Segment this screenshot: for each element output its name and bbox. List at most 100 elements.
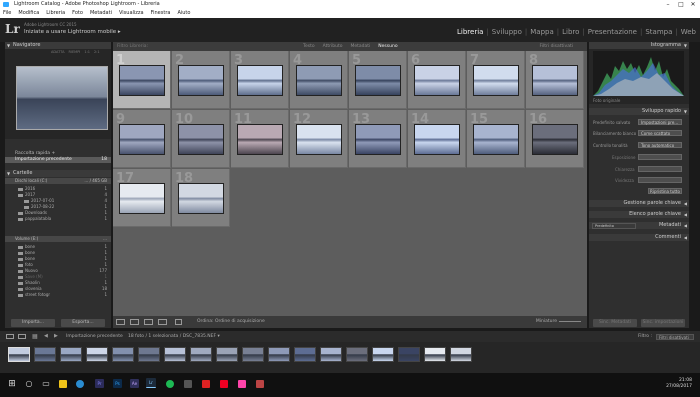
volume-row[interactable]: Volume (E:) … xyxy=(5,236,111,242)
painter-icon[interactable] xyxy=(175,319,182,325)
menu-modifica[interactable]: Modifica xyxy=(18,9,39,18)
app-icon-red[interactable] xyxy=(202,380,210,388)
keyword-list-header[interactable]: Elenco parole chiave ◀ xyxy=(589,211,689,218)
file-explorer-icon[interactable] xyxy=(59,380,67,388)
filmstrip-filter-select[interactable]: Filtri disattivati xyxy=(656,334,694,340)
grid-view-icon[interactable] xyxy=(116,319,125,325)
filmstrip-thumbnail[interactable] xyxy=(216,347,238,362)
zoom-2-1[interactable]: 2:1 xyxy=(94,49,100,56)
exposure-stepper[interactable] xyxy=(638,154,682,160)
module-libro[interactable]: Libro xyxy=(562,28,579,36)
module-presentazione[interactable]: Presentazione xyxy=(588,28,637,36)
filmstrip-thumbnail[interactable] xyxy=(8,347,30,362)
menu-metadati[interactable]: Metadati xyxy=(90,9,112,18)
grid-cell[interactable]: 5 xyxy=(349,51,407,109)
filmstrip-thumbnail[interactable] xyxy=(164,347,186,362)
histogram-header[interactable]: Istogramma ▼ xyxy=(589,42,689,49)
app-icon-pink[interactable] xyxy=(238,380,246,388)
compare-view-icon[interactable] xyxy=(144,319,153,325)
after-effects-icon[interactable]: Ae xyxy=(130,379,139,388)
photo-thumbnail[interactable] xyxy=(119,65,165,96)
auto-tone-button[interactable]: Tono automatico xyxy=(638,142,682,148)
grid-cell[interactable]: 16 xyxy=(526,110,584,168)
grid-cell[interactable]: 4 xyxy=(290,51,348,109)
catalog-row-selected[interactable]: Importazione precedente 18 xyxy=(5,157,111,163)
keyword-tagging-header[interactable]: Gestione parole chiave ◀ xyxy=(589,200,689,207)
export-button[interactable]: Esporta... xyxy=(61,319,105,327)
premiere-icon[interactable]: Pr xyxy=(95,379,104,388)
photo-thumbnail[interactable] xyxy=(532,124,578,155)
photo-thumbnail[interactable] xyxy=(178,65,224,96)
filmstrip-thumbnail[interactable] xyxy=(242,347,264,362)
filmstrip-thumbnail[interactable] xyxy=(320,347,342,362)
grid-cell[interactable]: 18 xyxy=(172,169,230,227)
photo-thumbnail[interactable] xyxy=(119,183,165,214)
close-button[interactable]: ✕ xyxy=(687,0,699,9)
quick-develop-header[interactable]: Sviluppo rapido ▼ xyxy=(589,108,689,115)
folders-header[interactable]: ▼ Cartelle xyxy=(5,170,111,177)
grid-small-icon[interactable]: ▦ xyxy=(32,331,38,342)
menu-libreria[interactable]: Libreria xyxy=(46,9,65,18)
photo-thumbnail[interactable] xyxy=(296,65,342,96)
filter-presets[interactable]: Filtri disattivati xyxy=(540,42,573,51)
mobile-sync-link[interactable]: Iniziate a usare Lightroom mobile ▸ xyxy=(24,29,121,35)
disk-row[interactable]: Dischi locali (C:) … / 465 GB xyxy=(5,178,111,184)
module-sviluppo[interactable]: Sviluppo xyxy=(492,28,522,36)
spotify-icon[interactable] xyxy=(166,380,174,388)
screen2-icon[interactable] xyxy=(18,334,26,339)
photo-thumbnail[interactable] xyxy=(473,124,519,155)
folder-item[interactable]: pappalatabla 1 xyxy=(5,216,111,222)
minimize-button[interactable]: – xyxy=(662,0,674,9)
photo-thumbnail[interactable] xyxy=(414,124,460,155)
photo-thumbnail[interactable] xyxy=(355,65,401,96)
grid-cell[interactable]: 12 xyxy=(290,110,348,168)
filter-tab-attribute[interactable]: Attributo xyxy=(323,42,343,51)
import-button[interactable]: Importa... xyxy=(11,319,55,327)
filmstrip-thumbnail[interactable] xyxy=(138,347,160,362)
filter-tab-none[interactable]: Nessuno xyxy=(378,42,397,51)
grid-cell[interactable]: 1 xyxy=(113,51,171,109)
app-icon-generic[interactable] xyxy=(184,380,192,388)
grid-cell[interactable]: 8 xyxy=(526,51,584,109)
survey-view-icon[interactable] xyxy=(158,319,167,325)
filmstrip-source[interactable]: Importazione precedente xyxy=(66,331,123,342)
maximize-button[interactable]: □ xyxy=(675,0,687,9)
filter-tab-text[interactable]: Testo xyxy=(303,42,315,51)
grid-cell[interactable]: 13 xyxy=(349,110,407,168)
task-view-icon[interactable]: ▭ xyxy=(40,378,52,390)
sort-order[interactable]: Ordina: Ordine di acquisizione xyxy=(197,316,265,328)
sync-metadata-button[interactable]: Sinc. Metadati xyxy=(593,319,637,327)
photo-thumbnail[interactable] xyxy=(178,124,224,155)
photo-thumbnail[interactable] xyxy=(355,124,401,155)
reset-all-button[interactable]: Ripristina tutto xyxy=(648,188,682,194)
sync-settings-button[interactable]: Sinc. impostazioni xyxy=(641,319,685,327)
filmstrip-thumbnail[interactable] xyxy=(372,347,394,362)
comments-header[interactable]: Commenti ◀ xyxy=(589,234,689,241)
back-arrow-icon[interactable]: ◀ xyxy=(44,331,48,342)
folder-item[interactable]: street fotogr 1 xyxy=(5,292,111,298)
filmstrip-thumbnail[interactable] xyxy=(450,347,472,362)
grid-cell[interactable]: 11 xyxy=(231,110,289,168)
zoom-1-1[interactable]: 1:1 xyxy=(84,49,90,56)
filmstrip-thumbnail[interactable] xyxy=(346,347,368,362)
filmstrip-thumbnail[interactable] xyxy=(294,347,316,362)
filmstrip-thumbnail[interactable] xyxy=(112,347,134,362)
photoshop-icon[interactable]: Ps xyxy=(113,379,122,388)
grid-cell[interactable]: 17 xyxy=(113,169,171,227)
grid-cell[interactable]: 15 xyxy=(467,110,525,168)
module-stampa[interactable]: Stampa xyxy=(645,28,672,36)
module-mappa[interactable]: Mappa xyxy=(530,28,554,36)
photo-thumbnail[interactable] xyxy=(237,124,283,155)
photo-thumbnail[interactable] xyxy=(119,124,165,155)
photo-thumbnail[interactable] xyxy=(414,65,460,96)
menu-visualizza[interactable]: Visualizza xyxy=(119,9,144,18)
metadata-preset-select[interactable]: Predefinito xyxy=(592,223,636,229)
filmstrip-thumbnail[interactable] xyxy=(398,347,420,362)
forward-arrow-icon[interactable]: ▶ xyxy=(54,331,58,342)
system-clock[interactable]: 21:08 27/08/2017 xyxy=(666,378,692,390)
grid-cell[interactable]: 10 xyxy=(172,110,230,168)
windows-start-icon[interactable]: ⊞ xyxy=(6,378,18,390)
module-web[interactable]: Web xyxy=(681,28,696,36)
vibrance-stepper[interactable] xyxy=(638,177,682,183)
filmstrip-thumbnail[interactable] xyxy=(60,347,82,362)
